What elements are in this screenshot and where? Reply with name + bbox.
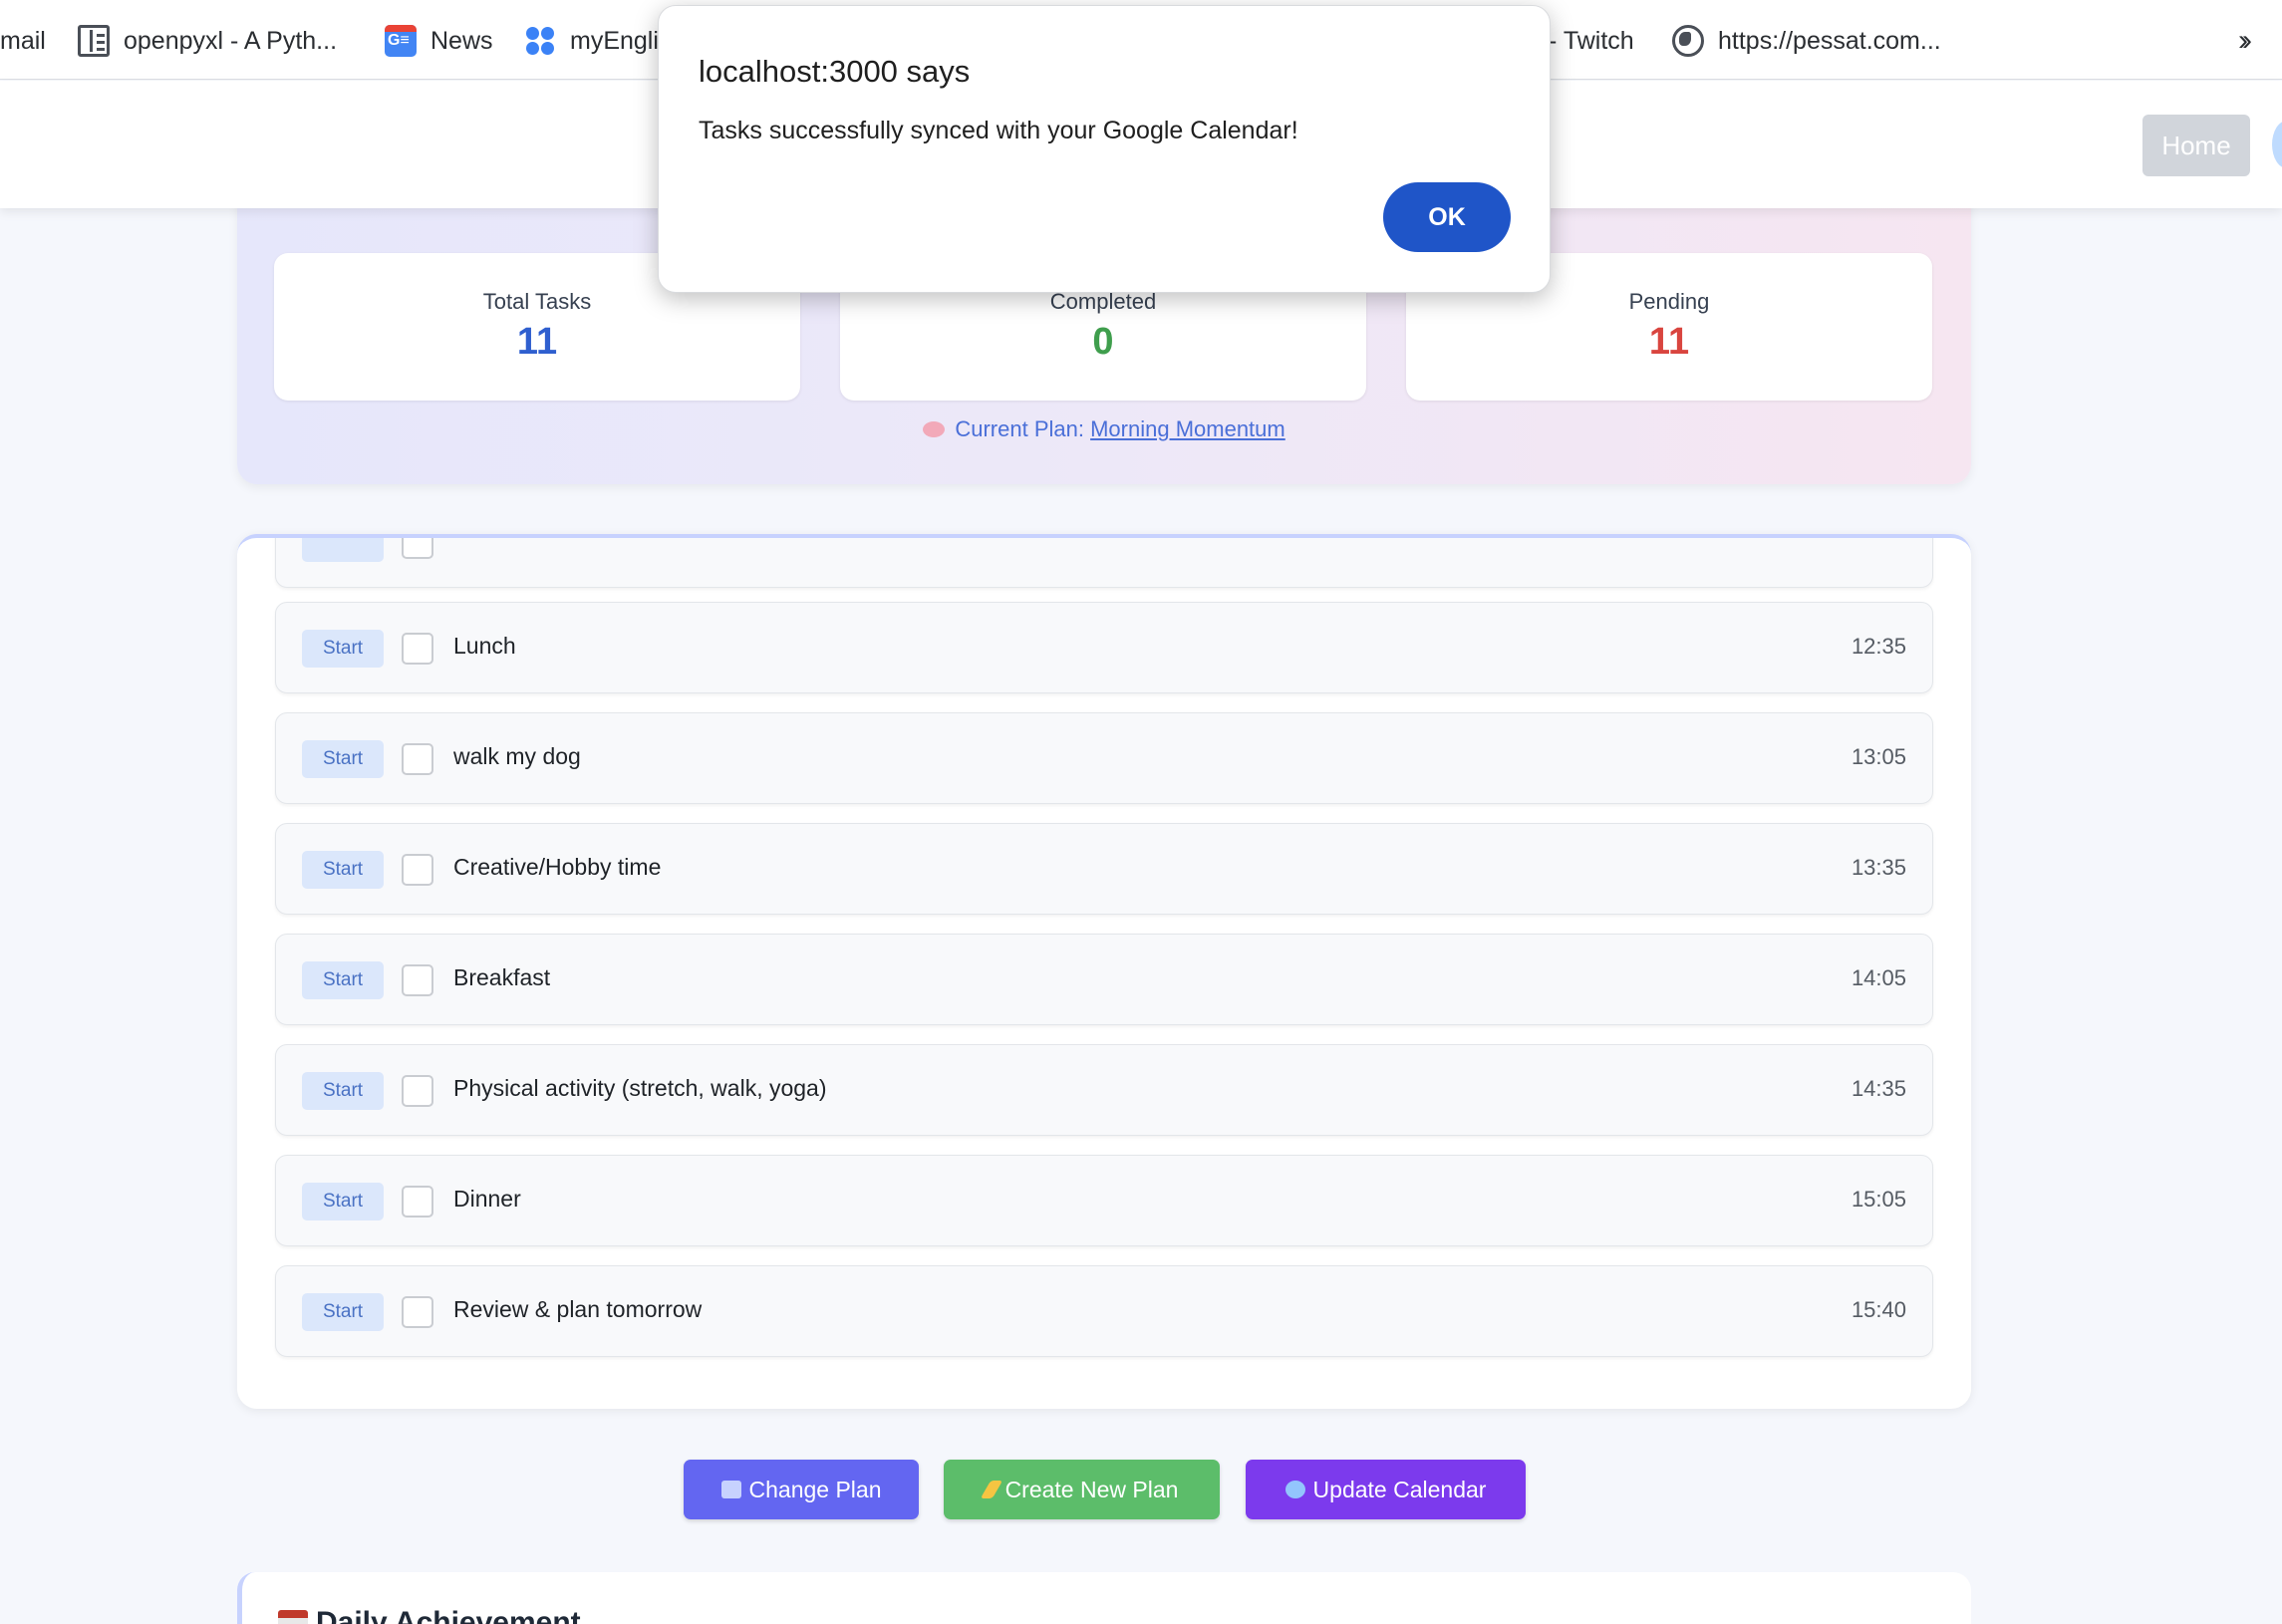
task-name: Physical activity (stretch, walk, yoga) bbox=[453, 1075, 827, 1101]
bookmark-openpyxl[interactable]: openpyxl - A Pyth... bbox=[78, 24, 337, 58]
task-checkbox[interactable] bbox=[402, 854, 433, 886]
create-new-plan-button[interactable]: Create New Plan bbox=[944, 1460, 1220, 1519]
task-row: Start Physical activity (stretch, walk, … bbox=[275, 1044, 1933, 1136]
ok-button[interactable]: OK bbox=[1383, 182, 1511, 252]
more-bookmarks-chevron-icon[interactable]: ›› bbox=[2238, 24, 2252, 58]
task-checkbox[interactable] bbox=[402, 633, 433, 665]
task-checkbox[interactable] bbox=[402, 538, 433, 559]
bookmark-label: openpyxl - A Pyth... bbox=[124, 26, 338, 55]
task-time: 14:35 bbox=[1851, 1076, 1906, 1101]
stat-value: 11 bbox=[516, 321, 558, 363]
current-plan-link[interactable]: Morning Momentum bbox=[1090, 416, 1285, 441]
bookmark-twitch[interactable]: - Twitch bbox=[1549, 24, 1634, 58]
bookmark-label: https://pessat.com... bbox=[1718, 26, 1941, 55]
task-name: walk my dog bbox=[453, 743, 581, 769]
calendar-icon bbox=[278, 1610, 308, 1624]
bookmark-mail[interactable]: mail bbox=[0, 24, 46, 58]
task-time: 14:05 bbox=[1851, 965, 1906, 990]
daily-achievement-heading: Daily Achievement bbox=[316, 1606, 581, 1624]
dialog-message: Tasks successfully synced with your Goog… bbox=[699, 117, 1298, 144]
task-row: Start Creative/Hobby time 13:35 bbox=[275, 823, 1933, 915]
task-time: 12:35 bbox=[1851, 634, 1906, 659]
change-plan-label: Change Plan bbox=[748, 1476, 882, 1502]
task-time: 15:05 bbox=[1851, 1187, 1906, 1212]
task-name: Creative/Hobby time bbox=[453, 854, 662, 880]
start-button[interactable]: Start bbox=[302, 740, 384, 778]
bookmark-news[interactable]: News bbox=[385, 24, 493, 58]
refresh-icon bbox=[1284, 1481, 1305, 1498]
bookmark-label: - Twitch bbox=[1549, 26, 1634, 55]
start-button[interactable] bbox=[302, 538, 384, 562]
create-new-plan-label: Create New Plan bbox=[1004, 1476, 1179, 1502]
start-button[interactable]: Start bbox=[302, 630, 384, 668]
book-icon bbox=[78, 25, 110, 57]
task-time: 13:05 bbox=[1851, 744, 1906, 769]
daily-achievement-title: Daily Achievement bbox=[278, 1606, 581, 1624]
dots-icon bbox=[524, 25, 556, 57]
bookmark-label: myEngli bbox=[570, 26, 659, 55]
home-button[interactable]: Home bbox=[2142, 115, 2250, 176]
task-row-partial bbox=[275, 538, 1933, 588]
start-button[interactable]: Start bbox=[302, 961, 384, 999]
bookmark-label: mail bbox=[0, 26, 46, 55]
task-list: Start Lunch 12:35 Start walk my dog 13:0… bbox=[237, 534, 1971, 1409]
task-checkbox[interactable] bbox=[402, 1186, 433, 1218]
change-plan-button[interactable]: Change Plan bbox=[684, 1460, 919, 1519]
task-row: Start Dinner 15:05 bbox=[275, 1155, 1933, 1246]
update-calendar-button[interactable]: Update Calendar bbox=[1246, 1460, 1526, 1519]
task-name: Lunch bbox=[453, 633, 516, 659]
task-row: Start Review & plan tomorrow 15:40 bbox=[275, 1265, 1933, 1357]
task-time: 15:40 bbox=[1851, 1297, 1906, 1322]
task-row: Start walk my dog 13:05 bbox=[275, 712, 1933, 804]
stat-value: 11 bbox=[1648, 321, 1690, 363]
task-checkbox[interactable] bbox=[402, 743, 433, 775]
task-checkbox[interactable] bbox=[402, 1296, 433, 1328]
bookmark-pessat[interactable]: https://pessat.com... bbox=[1672, 24, 1941, 58]
current-plan-prefix: Current Plan: bbox=[955, 416, 1084, 441]
daily-achievement-panel: Daily Achievement bbox=[237, 1572, 1971, 1624]
task-name: Breakfast bbox=[453, 964, 551, 990]
swap-icon bbox=[720, 1481, 741, 1498]
bookmark-label: News bbox=[430, 26, 493, 55]
task-name: Dinner bbox=[453, 1186, 521, 1212]
avatar[interactable] bbox=[2272, 121, 2282, 168]
start-button[interactable]: Start bbox=[302, 1183, 384, 1220]
task-row: Start Lunch 12:35 bbox=[275, 602, 1933, 693]
alert-dialog: localhost:3000 says Tasks successfully s… bbox=[658, 5, 1551, 293]
bookmark-myenglish[interactable]: myEngli bbox=[524, 24, 659, 58]
task-checkbox[interactable] bbox=[402, 1075, 433, 1107]
brain-icon bbox=[923, 421, 946, 437]
start-button[interactable]: Start bbox=[302, 1293, 384, 1331]
start-button[interactable]: Start bbox=[302, 1072, 384, 1110]
task-checkbox[interactable] bbox=[402, 964, 433, 996]
task-time: 13:35 bbox=[1851, 855, 1906, 880]
update-calendar-label: Update Calendar bbox=[1312, 1476, 1487, 1502]
pencil-icon bbox=[980, 1481, 1002, 1498]
google-news-icon bbox=[385, 25, 417, 57]
stat-value: 0 bbox=[1092, 321, 1114, 363]
dialog-title: localhost:3000 says bbox=[699, 54, 971, 89]
task-name: Review & plan tomorrow bbox=[453, 1296, 703, 1322]
globe-icon bbox=[1672, 25, 1704, 57]
current-plan: Current Plan: Morning Momentum bbox=[237, 416, 1971, 442]
start-button[interactable]: Start bbox=[302, 851, 384, 889]
task-row: Start Breakfast 14:05 bbox=[275, 934, 1933, 1025]
